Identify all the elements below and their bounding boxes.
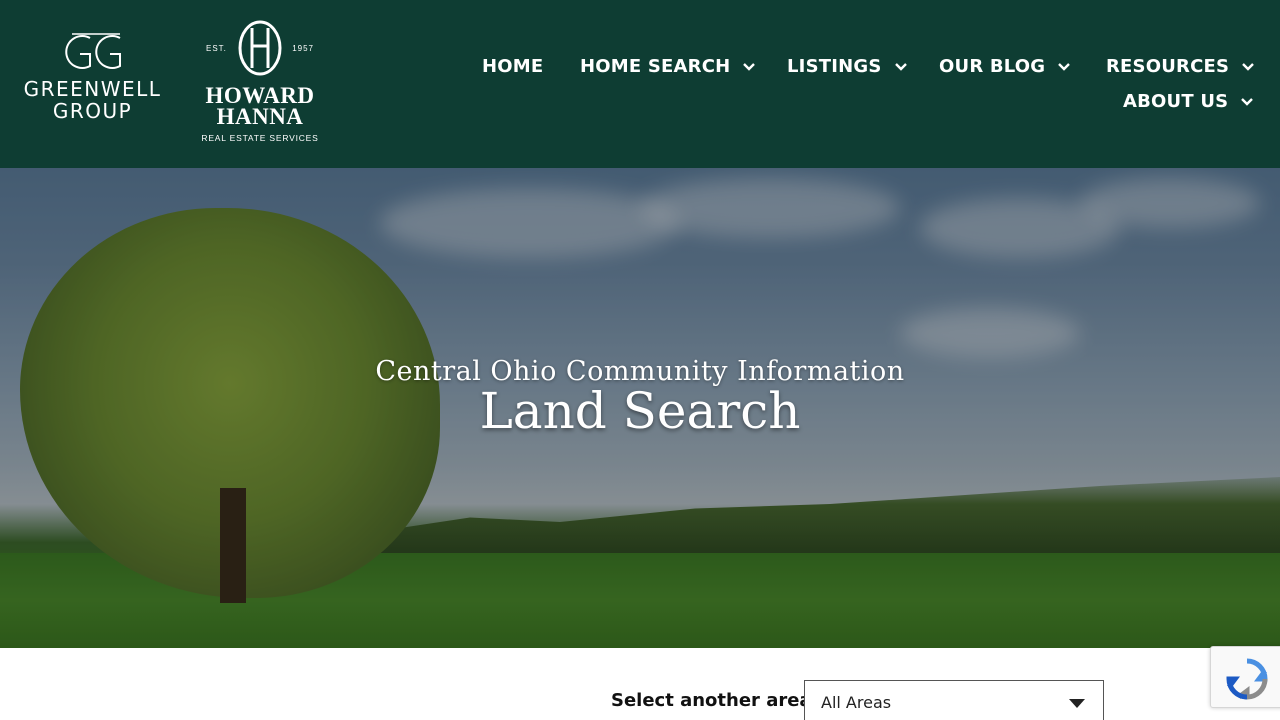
nav-our-blog-label: OUR BLOG [939, 56, 1046, 77]
site-header: GREENWELL GROUP EST. 1957 HOWARD HANNA R… [0, 0, 1280, 168]
logo-hanna: HANNA [216, 104, 304, 129]
nav-home-search-label: HOME SEARCH [580, 56, 731, 77]
hero-title: Land Search [479, 382, 801, 440]
nav-home[interactable]: HOME [482, 56, 543, 77]
nav-home-label: HOME [482, 56, 544, 77]
chevron-down-icon [1242, 62, 1255, 71]
greenwell-logo-line2: GROUP [52, 99, 133, 123]
hero-banner: Central Ohio Community Information Land … [0, 168, 1280, 648]
recaptcha-badge[interactable] [1210, 646, 1280, 708]
howard-hanna-logo[interactable]: EST. 1957 HOWARD HANNA REAL ESTATE SERVI… [196, 20, 324, 145]
caret-down-icon [1069, 699, 1085, 708]
area-select-value: All Areas [821, 692, 892, 712]
nav-resources-label: RESOURCES [1106, 56, 1230, 77]
nav-our-blog[interactable]: OUR BLOG [939, 56, 1071, 77]
logo-est: EST. [206, 44, 227, 53]
howard-hanna-monogram-icon [238, 20, 282, 76]
nav-about-us-label: ABOUT US [1123, 91, 1229, 112]
nav-home-search[interactable]: HOME SEARCH [580, 56, 756, 77]
area-select-dropdown[interactable]: All Areas [804, 680, 1104, 720]
chevron-down-icon [894, 62, 907, 71]
logo-tagline: REAL ESTATE SERVICES [201, 133, 319, 143]
logo-year: 1957 [292, 44, 314, 53]
chevron-down-icon [1058, 62, 1071, 71]
nav-resources[interactable]: RESOURCES [1106, 56, 1255, 77]
nav-listings-label: LISTINGS [787, 56, 882, 77]
nav-listings[interactable]: LISTINGS [787, 56, 908, 77]
chevron-down-icon [1241, 97, 1254, 106]
chevron-down-icon [743, 62, 756, 71]
area-select-label: Select another area [611, 690, 812, 711]
greenwell-logo-line1: GREENWELL [23, 77, 162, 101]
recaptcha-icon [1226, 658, 1268, 700]
nav-about-us[interactable]: ABOUT US [1123, 91, 1254, 112]
greenwell-group-logo[interactable]: GREENWELL GROUP [20, 30, 165, 130]
greenwell-monogram-icon [64, 33, 121, 69]
